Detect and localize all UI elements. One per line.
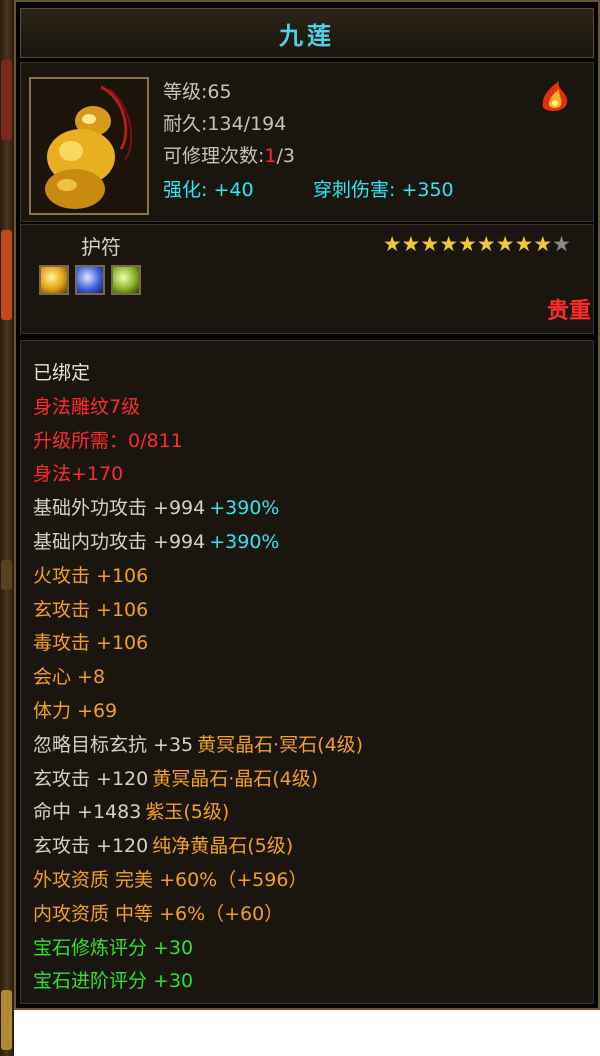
repair-used: 1 — [264, 145, 277, 167]
stat-text: 紫玉(5级) — [145, 801, 230, 824]
stat-line: 身法+170 — [33, 458, 585, 492]
stat-line: 玄攻击 +106 — [33, 594, 585, 628]
strip-ornament — [1, 560, 12, 590]
item-tooltip: 九莲 等级:65 耐久:134/194 可修理次数:1/3 强化: +40 穿刺… — [14, 0, 600, 1010]
stat-line: 体力 +69 — [33, 695, 585, 729]
item-image-frame — [29, 77, 149, 215]
stat-text: 宝石进阶评分 +30 — [33, 970, 194, 993]
stat-text: 玄攻击 +120 — [33, 835, 149, 858]
stat-text: 黄冥晶石·晶石(4级) — [152, 767, 319, 790]
star-rating: ★ ★ ★ ★ ★ ★ ★ ★ ★ ★ — [383, 233, 571, 255]
stat-line: 身法雕纹7级 — [33, 391, 585, 425]
stats-panel: 已绑定身法雕纹7级升级所需：0/811 身法+170 基础外功攻击 +994 +390… — [20, 340, 594, 1004]
stat-text: 外攻资质 完美 +60%（+596） — [33, 868, 308, 891]
stat-text: 基础内功攻击 +994 — [33, 530, 206, 553]
left-edge-strip — [0, 0, 14, 1056]
stat-text: 黄冥晶石·冥石(4级) — [197, 733, 364, 756]
stat-text: 毒攻击 +106 — [33, 632, 149, 655]
stat-text: 身法雕纹7级 — [33, 395, 141, 418]
stat-line: 基础外功攻击 +994 +390% — [33, 492, 585, 526]
stat-text: +390% — [209, 530, 280, 553]
star-filled-icon: ★ — [495, 232, 515, 256]
item-level: 等级:65 — [163, 81, 232, 103]
stat-line: 玄攻击 +120 纯净黄晶石(5级) — [33, 830, 585, 864]
stat-text: 忽略目标玄抗 +35 — [33, 733, 194, 756]
yellow-gem-icon[interactable] — [39, 265, 69, 295]
stat-text: 宝石修炼评分 +30 — [33, 936, 194, 959]
item-sub-panel: 护符 ★ ★ ★ ★ ★ ★ ★ ★ ★ ★ 贵重 — [20, 224, 594, 334]
stat-text: 身法+170 — [33, 463, 124, 486]
stats-list: 已绑定身法雕纹7级升级所需：0/811 身法+170 基础外功攻击 +994 +390… — [33, 357, 585, 999]
stat-line: 忽略目标玄抗 +35 黄冥晶石·冥石(4级) — [33, 729, 585, 763]
title-bar: 九莲 — [20, 8, 594, 58]
star-empty-icon: ★ — [552, 232, 571, 256]
stat-text: 已绑定 — [33, 362, 91, 384]
star-filled-icon: ★ — [439, 232, 459, 256]
stat-line: 宝石修炼评分 +30 — [33, 932, 585, 966]
item-repair-count: 可修理次数:1/3 — [163, 141, 295, 168]
stat-text: 玄攻击 +120 — [33, 767, 149, 790]
stat-line: 宝石进阶评分 +30 — [33, 965, 585, 999]
repair-label: 可修理次数: — [163, 145, 265, 167]
jade-pendant-icon — [31, 79, 147, 213]
star-filled-icon: ★ — [401, 232, 421, 256]
star-filled-icon: ★ — [533, 232, 553, 256]
blue-gem-icon[interactable] — [75, 265, 105, 295]
item-pierce: 穿刺伤害: +350 — [313, 179, 454, 201]
stat-line: 毒攻击 +106 — [33, 627, 585, 661]
stat-line: 玄攻击 +120 黄冥晶石·晶石(4级) — [33, 763, 585, 797]
star-filled-icon: ★ — [476, 232, 496, 256]
repair-total: /3 — [276, 145, 296, 167]
bind-state-label: 贵重 — [546, 299, 591, 324]
stat-line: 命中 +1483 紫玉(5级) — [33, 796, 585, 830]
stat-text: 玄攻击 +106 — [33, 598, 149, 621]
stat-text: 升级所需：0/811 — [33, 429, 183, 452]
star-filled-icon: ★ — [420, 232, 440, 256]
stat-line: 内攻资质 中等 +6%（+60） — [33, 898, 585, 932]
stat-text: 内攻资质 中等 +6%（+60） — [33, 902, 284, 925]
stat-line: 外攻资质 完美 +60%（+596） — [33, 864, 585, 898]
item-durability: 耐久:134/194 — [163, 113, 287, 135]
star-filled-icon: ★ — [514, 232, 534, 256]
gem-slots — [39, 265, 141, 295]
stat-text: 命中 +1483 — [33, 801, 142, 824]
stat-text: 会心 +8 — [33, 666, 106, 689]
item-enhance: 强化: +40 — [163, 179, 254, 201]
strip-ornament — [1, 60, 12, 140]
stat-line: 升级所需：0/811 — [33, 425, 585, 459]
star-filled-icon: ★ — [458, 232, 477, 256]
stat-text: 火攻击 +106 — [33, 564, 149, 587]
strip-ornament — [1, 230, 12, 320]
stat-line: 会心 +8 — [33, 661, 585, 695]
stat-text: 基础外功攻击 +994 — [33, 497, 206, 520]
item-header-panel: 等级:65 耐久:134/194 可修理次数:1/3 强化: +40 穿刺伤害:… — [20, 62, 594, 222]
stat-text: +390% — [209, 497, 280, 520]
stat-line: 基础内功攻击 +994 +390% — [33, 526, 585, 560]
star-filled-icon: ★ — [382, 232, 402, 256]
item-name: 九莲 — [279, 21, 335, 50]
stat-text: 体力 +69 — [33, 699, 118, 722]
fire-skill-icon — [542, 81, 568, 111]
stat-line: 火攻击 +106 — [33, 560, 585, 594]
stat-line: 已绑定 — [33, 357, 585, 391]
green-gem-icon[interactable] — [111, 265, 141, 295]
item-category: 护符 — [81, 235, 121, 259]
stat-text: 纯净黄晶石(5级) — [152, 835, 294, 858]
strip-ornament — [1, 990, 12, 1050]
